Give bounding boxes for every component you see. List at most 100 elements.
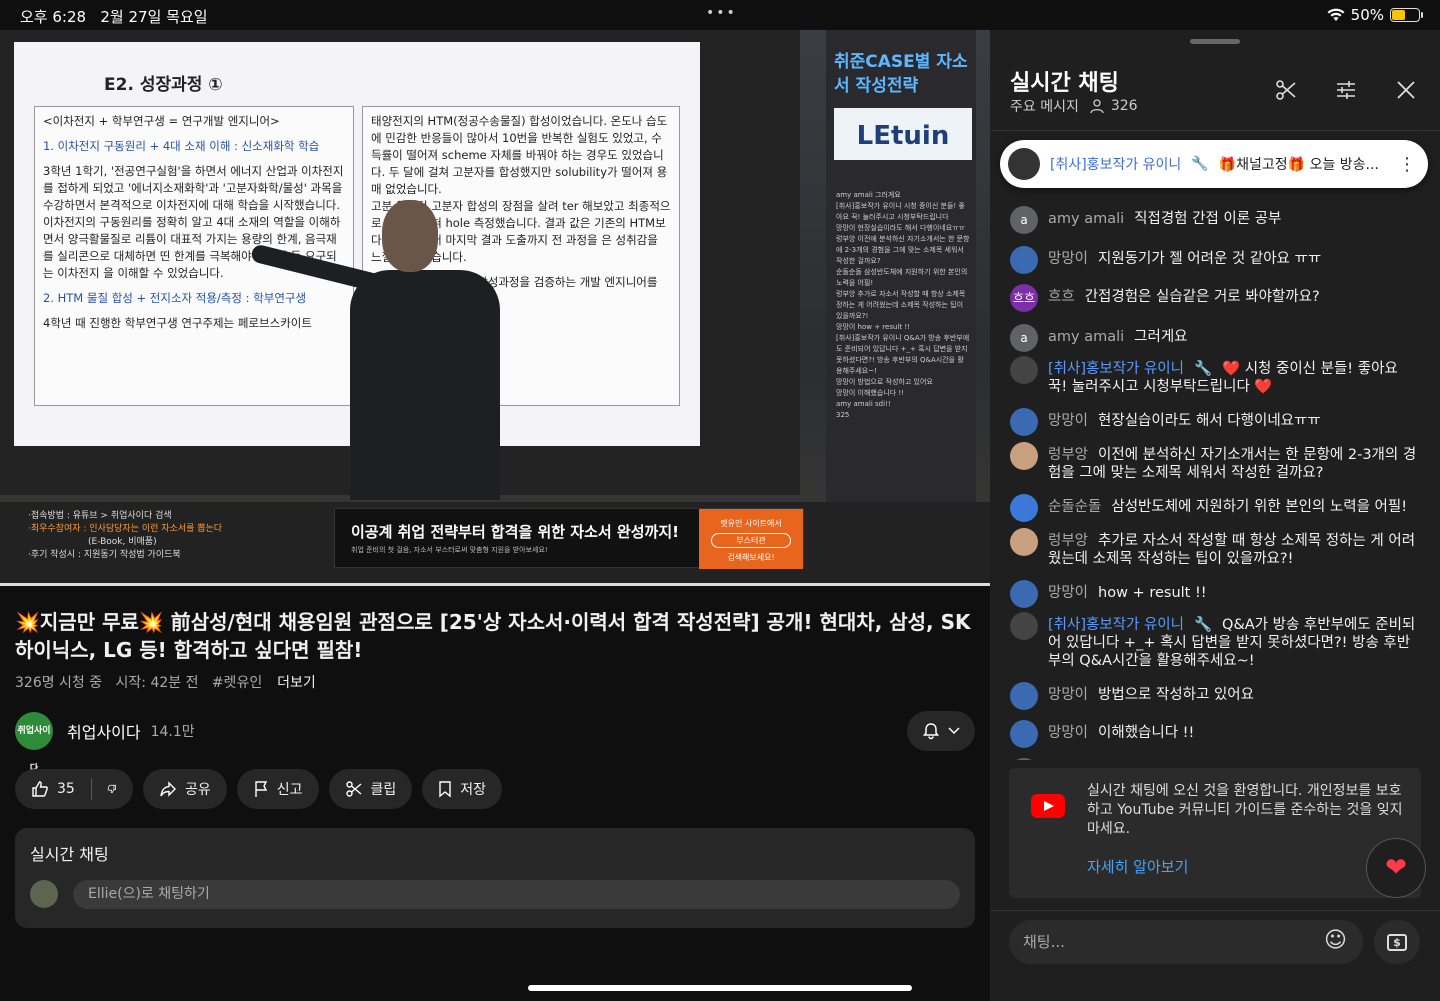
- share-button[interactable]: 공유: [143, 769, 227, 809]
- chat-author[interactable]: [취사]홍보작가 유이니: [1048, 617, 1184, 633]
- pinned-message[interactable]: [취사]홍보작가 유이니 🔧 🎁채널고정🎁 오늘 방송... ⋮: [1000, 140, 1428, 188]
- chat-avatar[interactable]: [1010, 580, 1038, 608]
- chat-text: 방법으로 작성하고 있어요: [1098, 687, 1254, 703]
- chat-avatar[interactable]: a: [1010, 206, 1038, 234]
- emoji-icon[interactable]: ☺: [1324, 928, 1347, 953]
- chat-message[interactable]: [취사]홍보작가 유이니 🔧 ❤️ 시청 중이신 분들! 좋아요 꾹! 눌러주시고 …: [1010, 356, 1420, 396]
- chat-author[interactable]: amy amali: [1048, 211, 1124, 227]
- chat-message[interactable]: 망망이 이해했습니다 !!: [1010, 720, 1420, 748]
- chat-message[interactable]: 망망이 현장실습이라도 해서 다행이네요ㅠㅠ: [1010, 408, 1420, 436]
- status-bar: 오후 6:28 2월 27일 목요일 ••• 50%: [0, 0, 1440, 30]
- learn-more-link[interactable]: 자세히 알아보기: [1087, 856, 1188, 877]
- chat-avatar[interactable]: [1010, 720, 1038, 748]
- chat-avatar[interactable]: a: [1010, 758, 1038, 760]
- home-indicator[interactable]: [528, 985, 912, 991]
- video-player[interactable]: E2. 성장과정 ① <이차전지 + 학부연구생 = 연구개발 엔지니어> 1.…: [0, 30, 990, 585]
- chat-message[interactable]: 망망이 방법으로 작성하고 있어요: [1010, 682, 1420, 710]
- report-button[interactable]: 신고: [236, 769, 319, 809]
- wrench-icon: 🔧: [1193, 617, 1213, 633]
- save-button[interactable]: 저장: [422, 769, 503, 809]
- chat-avatar[interactable]: [1010, 408, 1038, 436]
- chat-author[interactable]: 망망이: [1048, 585, 1088, 601]
- super-chat-button[interactable]: $: [1374, 920, 1420, 964]
- clip-button[interactable]: 클립: [328, 769, 413, 809]
- video-meta: 326명 시청 중 시작: 42분 전 #렛유인 더보기: [15, 675, 316, 691]
- chat-preview-input[interactable]: Ellie(으)로 채팅하기: [73, 880, 960, 909]
- chat-avatar[interactable]: [1010, 682, 1038, 710]
- bell-icon: [923, 723, 939, 740]
- heart-icon: ❤: [1385, 853, 1407, 883]
- channel-avatar[interactable]: 취업사이다: [15, 712, 53, 774]
- chat-text: how + result !!: [1098, 585, 1207, 601]
- chat-text: 삼성반도체에 지원하기 위한 본인의 노력을 어필!: [1111, 499, 1408, 515]
- chat-author[interactable]: 망망이: [1048, 725, 1088, 741]
- chat-message[interactable]: 렁부앙 이전에 분석하신 자기소개서는 한 문항에 2-3개의 경험을 그에 맞는…: [1010, 442, 1420, 482]
- battery-percent: 50%: [1350, 6, 1384, 24]
- chat-message[interactable]: 망망이 지원동기가 젤 어려운 것 같아요 ㅠㅠ: [1010, 246, 1420, 274]
- thumbs-down-icon[interactable]: [107, 780, 117, 798]
- chat-input[interactable]: 채팅...: [1009, 920, 1363, 964]
- battery-icon: [1390, 8, 1423, 22]
- like-dislike-group: 35: [15, 769, 133, 809]
- chat-avatar[interactable]: a: [1010, 324, 1038, 352]
- welcome-notice: 실시간 채팅에 오신 것을 환영합니다. 개인정보를 보호하고 YouTube …: [1009, 768, 1421, 898]
- channel-name[interactable]: 취업사이다: [67, 719, 141, 743]
- chat-author[interactable]: 렁부앙: [1048, 447, 1088, 463]
- video-progress-bar[interactable]: [0, 583, 990, 586]
- chat-preview-card[interactable]: 실시간 채팅 Ellie(으)로 채팅하기: [15, 828, 975, 928]
- subscribe-bell-button[interactable]: [907, 711, 975, 751]
- chat-author[interactable]: 망망이: [1048, 251, 1088, 267]
- pinned-avatar: [1008, 148, 1040, 180]
- chat-avatar[interactable]: [1010, 494, 1038, 522]
- side-logo: LEtuin: [834, 108, 972, 160]
- more-button[interactable]: 더보기: [277, 675, 316, 691]
- more-vertical-icon[interactable]: ⋮: [1398, 154, 1416, 175]
- status-time: 오후 6:28: [20, 8, 87, 26]
- video-bottom-banner: ·접속방법 : 유튜브 > 취업사이다 검색 ·최우수참여자 : 인사담당자는 …: [0, 502, 990, 585]
- wrench-icon: 🔧: [1193, 361, 1213, 377]
- like-count: 35: [57, 781, 75, 797]
- scissors-icon: [345, 781, 361, 797]
- chat-message-list[interactable]: a amy amali 직접경험 간접 이론 공부 망망이 지원동기가 젤 어려운 것 …: [990, 180, 1440, 760]
- banner-title: 이공계 취업 전략부터 합격을 위한 자소서 완성까지!: [351, 523, 679, 541]
- chat-text: 이해했습니다 !!: [1098, 725, 1195, 741]
- chat-author[interactable]: 순돌순돌: [1048, 499, 1101, 515]
- chat-author[interactable]: 망망이: [1048, 687, 1088, 703]
- settings-sliders-icon[interactable]: [1334, 78, 1358, 108]
- chat-message[interactable]: [취사]홍보작가 유이니 🔧 Q&A가 방송 후반부에도 준비되어 있답니다 +_+…: [1010, 612, 1420, 670]
- chat-message[interactable]: 순돌순돌 삼성반도체에 지원하기 위한 본인의 노력을 어필!: [1010, 494, 1420, 522]
- chat-message[interactable]: 흐흐 흐흐 간접경험은 실습같은 거로 봐야할까요?: [1010, 284, 1420, 312]
- multitask-dots-icon[interactable]: •••: [706, 5, 737, 21]
- slide-title: E2. 성장과정 ①: [104, 75, 223, 95]
- chat-avatar[interactable]: 흐흐: [1010, 284, 1038, 312]
- action-bar: 35 공유 신고 클립 저장: [15, 769, 503, 809]
- chat-author[interactable]: 흐흐: [1048, 289, 1075, 305]
- chat-avatar[interactable]: [1010, 246, 1038, 274]
- chat-message[interactable]: a amy amali 그러게요: [1010, 324, 1420, 352]
- heart-reaction-button[interactable]: ❤: [1366, 838, 1426, 898]
- chat-author[interactable]: [취사]홍보작가 유이니: [1048, 361, 1184, 377]
- chat-avatar[interactable]: [1010, 612, 1038, 640]
- lecture-screen: E2. 성장과정 ① <이차전지 + 학부연구생 = 연구개발 엔지니어> 1.…: [0, 30, 800, 500]
- chat-text: 현장실습이라도 해서 다행이네요ㅠㅠ: [1098, 413, 1321, 429]
- chat-message[interactable]: 망망이 how + result !!: [1010, 580, 1420, 608]
- close-icon[interactable]: [1394, 78, 1418, 108]
- chat-author[interactable]: amy amali: [1048, 329, 1124, 345]
- chat-message[interactable]: 렁부앙 추가로 자소서 작성할 때 항상 소제목 정하는 게 어려웠는데 소제목 …: [1010, 528, 1420, 568]
- chat-message[interactable]: a amy amali 직접경험 간접 이론 공부: [1010, 206, 1420, 234]
- lecturer: [249, 180, 500, 500]
- chat-avatar[interactable]: [1010, 528, 1038, 556]
- chat-avatar[interactable]: [1010, 442, 1038, 470]
- status-date: 2월 27일 목요일: [100, 8, 208, 26]
- hashtag-link[interactable]: #렛유인: [212, 675, 262, 691]
- chat-avatar[interactable]: [1010, 356, 1038, 384]
- chat-author[interactable]: 망망이: [1048, 413, 1088, 429]
- like-button[interactable]: 35: [31, 780, 75, 798]
- chat-author[interactable]: 렁부앙: [1048, 533, 1088, 549]
- pinned-author: [취사]홍보작가 유이니: [1050, 157, 1182, 173]
- chat-preview-title: 실시간 채팅: [30, 845, 109, 864]
- chat-mode-selector[interactable]: 주요 메시지: [1010, 96, 1079, 116]
- scissors-icon[interactable]: [1274, 78, 1298, 108]
- bookmark-icon: [439, 781, 451, 798]
- panel-grabber[interactable]: [1190, 39, 1240, 44]
